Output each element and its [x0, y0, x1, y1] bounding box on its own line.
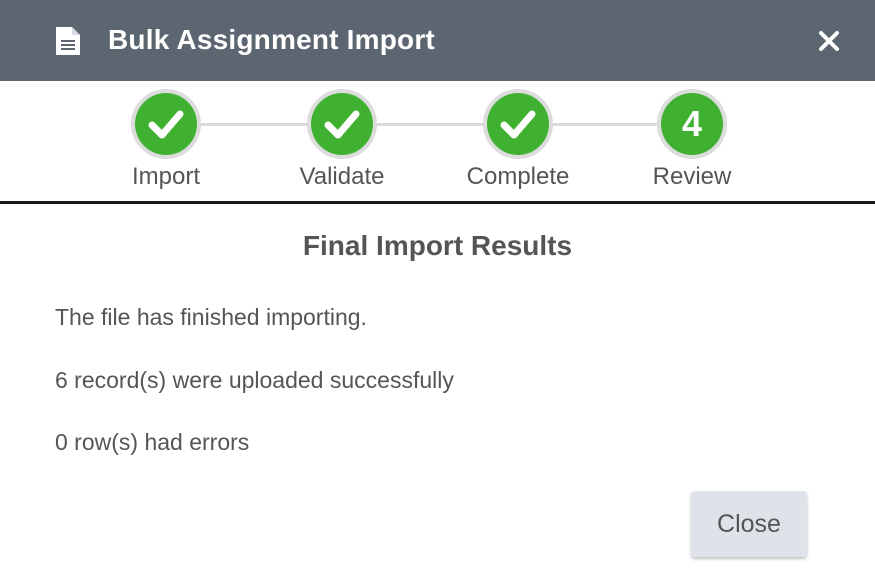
step-number: 4 — [681, 103, 703, 144]
checkmark-icon — [500, 110, 536, 139]
document-icon — [56, 27, 80, 55]
close-icon[interactable] — [816, 28, 842, 54]
step-validate: Validate — [252, 89, 432, 192]
result-success-count: 6 record(s) were uploaded successfully — [55, 367, 454, 393]
dialog-header: Bulk Assignment Import — [0, 0, 875, 81]
checkmark-icon — [324, 110, 360, 139]
step-circle: 4 — [657, 89, 727, 159]
step-circle — [307, 89, 377, 159]
result-message: The file has finished importing. — [55, 304, 367, 330]
close-button[interactable]: Close — [691, 491, 807, 557]
step-label: Review — [652, 163, 732, 190]
step-circle — [483, 89, 553, 159]
step-label: Complete — [466, 163, 570, 190]
import-stepper: Import Validate Complete 4 Review — [0, 81, 875, 201]
result-error-count: 0 row(s) had errors — [55, 429, 250, 455]
step-label: Import — [131, 163, 200, 190]
bulk-assignment-import-dialog: Bulk Assignment Import Import Validate C… — [0, 0, 875, 582]
step-import: Import — [76, 89, 256, 192]
step-review: 4 Review — [602, 89, 782, 192]
step-label: Validate — [299, 163, 385, 190]
results-title: Final Import Results — [302, 230, 573, 261]
dialog-title: Bulk Assignment Import — [108, 24, 435, 55]
section-divider — [0, 201, 875, 204]
step-complete: Complete — [428, 89, 608, 192]
checkmark-icon — [148, 110, 184, 139]
step-circle — [131, 89, 201, 159]
